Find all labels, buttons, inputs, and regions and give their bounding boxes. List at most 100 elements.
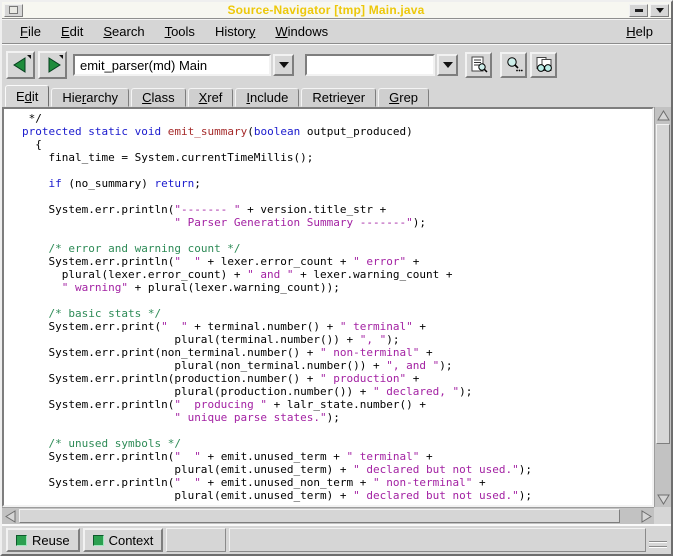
code-line: System.err.println(production.number() +… xyxy=(22,372,652,385)
arrow-down-icon xyxy=(657,494,670,505)
scrollbar-down-button[interactable] xyxy=(655,491,671,507)
code-line: /* basic stats */ xyxy=(22,307,652,320)
history-back-button[interactable] xyxy=(6,51,35,79)
chevron-down-icon xyxy=(656,8,664,13)
code-line: " warning" + plural(lexer.warning_count)… xyxy=(22,281,652,294)
tab-edit[interactable]: Edit xyxy=(5,85,49,107)
retriever-icon xyxy=(534,56,554,74)
chevron-down-icon xyxy=(443,62,453,68)
code-line: System.err.print(" " + terminal.number()… xyxy=(22,320,652,333)
code-line: /* error and warning count */ xyxy=(22,242,652,255)
code-line: " Parser Generation Summary -------"); xyxy=(22,216,652,229)
tab-retriever[interactable]: Retriever xyxy=(301,88,376,107)
code-line: */ xyxy=(22,112,652,125)
code-line: plural(production.number()) + " declared… xyxy=(22,385,652,398)
code-editor[interactable]: */protected static void emit_summary(boo… xyxy=(2,107,654,507)
hscroll-trough[interactable] xyxy=(18,508,638,524)
symbol-combo-arrow-button[interactable] xyxy=(273,54,294,76)
scrollbar-right-button[interactable] xyxy=(638,508,654,524)
code-line: plural(emit.unused_term) + " declared bu… xyxy=(22,489,652,502)
status-panel-2 xyxy=(229,528,646,552)
window-menu-icon xyxy=(9,6,18,14)
hscroll-thumb[interactable] xyxy=(19,509,620,523)
app-window: Source-Navigator [tmp] Main.java FileEdi… xyxy=(0,0,673,556)
menubar-items: FileEditSearchToolsHistoryWindows xyxy=(10,21,338,42)
reuse-label: Reuse xyxy=(32,533,70,548)
code-line: plural(terminal.number()) + ", "); xyxy=(22,333,652,346)
minimize-button[interactable] xyxy=(629,4,648,17)
tab-xref[interactable]: Xref xyxy=(188,88,234,107)
code-line xyxy=(22,229,652,242)
context-toggle-button[interactable]: Context xyxy=(83,528,164,552)
dropdown-corner-icon xyxy=(27,55,31,59)
horizontal-scrollbar[interactable] xyxy=(2,507,654,524)
scrollbar-corner xyxy=(654,507,671,524)
menu-item-tools[interactable]: Tools xyxy=(155,21,205,42)
code-line: System.err.println(" " + emit.unused_non… xyxy=(22,476,652,489)
toolbar xyxy=(2,44,671,85)
code-line: System.err.println("------- " + version.… xyxy=(22,203,652,216)
tab-class[interactable]: Class xyxy=(131,88,186,107)
tab-hierarchy[interactable]: Hierarchy xyxy=(51,88,129,107)
editor-row: */protected static void emit_summary(boo… xyxy=(2,107,671,507)
arrow-left-icon xyxy=(5,510,16,523)
vscroll-trough[interactable] xyxy=(655,123,671,491)
arrow-right-icon xyxy=(641,510,652,523)
code-line: System.err.print(non_terminal.number() +… xyxy=(22,346,652,359)
menu-item-windows[interactable]: Windows xyxy=(265,21,338,42)
menubar: FileEditSearchToolsHistoryWindows Help xyxy=(2,19,671,44)
dropdown-corner-icon xyxy=(59,55,63,59)
reuse-toggle-button[interactable]: Reuse xyxy=(6,528,80,552)
search-combo-arrow-button[interactable] xyxy=(437,54,458,76)
retriever-button[interactable] xyxy=(530,52,557,78)
tab-include[interactable]: Include xyxy=(235,88,299,107)
document-search-icon xyxy=(470,56,488,74)
code-line: System.err.println(" " + lexer.error_cou… xyxy=(22,255,652,268)
code-line: plural(non_terminal.number()) + ", and "… xyxy=(22,359,652,372)
code-line: /* unused symbols */ xyxy=(22,437,652,450)
menu-item-edit[interactable]: Edit xyxy=(51,21,93,42)
code-line: " unique parse states."); xyxy=(22,411,652,424)
scrollbar-left-button[interactable] xyxy=(2,508,18,524)
code-line: { xyxy=(22,138,652,151)
reuse-indicator-icon xyxy=(16,535,27,546)
history-forward-button[interactable] xyxy=(38,51,67,79)
resize-grip[interactable] xyxy=(649,528,667,552)
code-line: if (no_summary) return; xyxy=(22,177,652,190)
code-line xyxy=(22,424,652,437)
minimize-icon xyxy=(635,9,643,12)
menu-item-help[interactable]: Help xyxy=(616,21,663,42)
menu-item-file[interactable]: File xyxy=(10,21,51,42)
context-indicator-icon xyxy=(93,535,104,546)
symbol-combo-input[interactable] xyxy=(73,54,271,76)
code-line: final_time = System.currentTimeMillis(); xyxy=(22,151,652,164)
hscroll-row xyxy=(2,507,671,524)
code-line: plural(emit.unused_term) + " declared bu… xyxy=(22,463,652,476)
tab-grep[interactable]: Grep xyxy=(378,88,429,107)
context-label: Context xyxy=(109,533,154,548)
menu-item-search[interactable]: Search xyxy=(93,21,154,42)
tabbar: EditHierarchyClassXrefIncludeRetrieverGr… xyxy=(2,85,671,107)
menu-item-history[interactable]: History xyxy=(205,21,265,42)
symbol-combobox xyxy=(73,54,294,76)
search-combobox xyxy=(305,54,458,76)
code-line: System.err.println(" producing " + lalr_… xyxy=(22,398,652,411)
vscroll-thumb[interactable] xyxy=(656,124,670,444)
code-line xyxy=(22,164,652,177)
window-menu-button[interactable] xyxy=(4,4,23,17)
vertical-scrollbar[interactable] xyxy=(654,107,671,507)
grep-button[interactable] xyxy=(500,52,527,78)
search-icon xyxy=(505,56,523,74)
code-line: System.err.println(" " + emit.unused_ter… xyxy=(22,450,652,463)
code-line: plural(lexer.error_count) + " and " + le… xyxy=(22,268,652,281)
titlebar: Source-Navigator [tmp] Main.java xyxy=(2,2,671,19)
code-line xyxy=(22,190,652,203)
search-combo-input[interactable] xyxy=(305,54,435,76)
editor-window-button[interactable] xyxy=(465,52,492,78)
code-line xyxy=(22,294,652,307)
code-line: protected static void emit_summary(boole… xyxy=(22,125,652,138)
shade-button[interactable] xyxy=(650,4,669,17)
scrollbar-up-button[interactable] xyxy=(655,107,671,123)
arrow-up-icon xyxy=(657,110,670,121)
statusbar: Reuse Context xyxy=(2,524,671,554)
